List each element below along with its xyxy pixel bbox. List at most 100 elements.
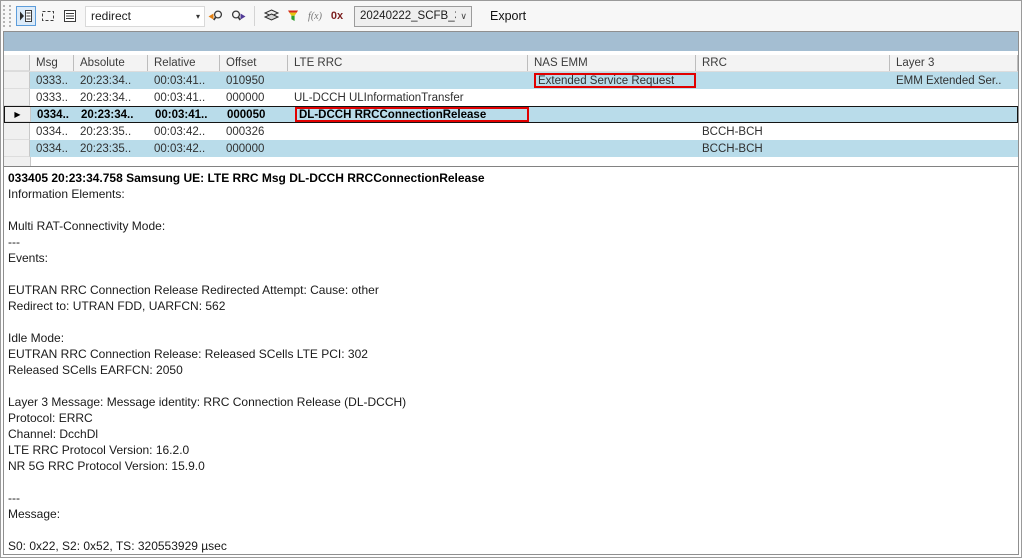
export-button[interactable]: Export	[484, 7, 532, 25]
cell-lte-rrc	[288, 123, 528, 140]
column-header-nas-emm[interactable]: NAS EMM	[528, 55, 696, 71]
column-header-offset[interactable]: Offset	[220, 55, 288, 71]
chevron-down-icon[interactable]: ∨	[456, 11, 471, 22]
cell-offset: 000050	[221, 107, 289, 122]
row-gutter	[4, 123, 30, 140]
column-header-absolute[interactable]: Absolute	[74, 55, 148, 71]
list-icon	[62, 8, 78, 24]
hex-display-button[interactable]: 0x	[327, 6, 347, 26]
row-gutter-selected-marker: ▶	[5, 107, 31, 122]
search-filter-value: redirect	[91, 9, 192, 23]
chevron-down-icon[interactable]: ▾	[192, 12, 204, 21]
red-callout-box: Extended Service Request	[534, 73, 696, 88]
toolbar-grip[interactable]	[3, 5, 11, 27]
log-row-1[interactable]: 0333.. 20:23:34.. 00:03:41.. 010950 Exte…	[4, 72, 1018, 89]
cell-msg: 0334..	[30, 140, 74, 157]
detail-line	[8, 522, 1014, 538]
grid-footer	[4, 157, 1018, 166]
group-band	[4, 32, 1018, 51]
column-header-msg[interactable]: Msg	[30, 55, 74, 71]
cell-nas-emm: Extended Service Request	[528, 72, 696, 89]
grid-header-row: Msg Absolute Relative Offset LTE RRC NAS…	[4, 55, 1018, 72]
log-file-selector[interactable]: 20240222_SCFB_3G_S ∨	[354, 6, 472, 27]
cell-layer3	[890, 89, 1018, 106]
filter-funnel-button[interactable]	[283, 6, 303, 26]
cell-layer3	[891, 107, 1017, 122]
detail-line: ---	[8, 490, 1014, 506]
frame-view-button[interactable]	[38, 6, 58, 26]
column-header-layer3[interactable]: Layer 3	[890, 55, 1018, 71]
cell-relative: 00:03:42..	[148, 140, 220, 157]
cell-relative: 00:03:41..	[149, 107, 221, 122]
find-previous-button[interactable]	[228, 6, 248, 26]
column-header-rrc[interactable]: RRC	[696, 55, 890, 71]
cell-absolute: 20:23:35..	[74, 123, 148, 140]
log-row-3-selected[interactable]: ▶ 0334.. 20:23:34.. 00:03:41.. 000050 DL…	[4, 106, 1018, 123]
detail-line	[8, 266, 1014, 282]
main-toolbar: redirect ▾	[1, 1, 1021, 31]
cell-msg: 0334..	[31, 107, 75, 122]
cell-offset: 000326	[220, 123, 288, 140]
red-callout-box: DL-DCCH RRCConnectionRelease	[295, 107, 529, 122]
cell-lte-rrc: DL-DCCH RRCConnectionRelease	[289, 107, 529, 122]
log-row-2[interactable]: 0333.. 20:23:34.. 00:03:41.. 000000 UL-D…	[4, 89, 1018, 106]
function-display-button[interactable]: f(x)	[305, 6, 325, 26]
detail-line	[8, 314, 1014, 330]
detail-line: Events:	[8, 250, 1014, 266]
search-filter-combobox[interactable]: redirect ▾	[85, 6, 205, 27]
gutter-footer	[4, 157, 31, 166]
detail-line: Channel: DcchDl	[8, 426, 1014, 442]
detail-line: Protocol: ERRC	[8, 410, 1014, 426]
log-row-5[interactable]: 0334.. 20:23:35.. 00:03:42.. 000000 BCCH…	[4, 140, 1018, 157]
cell-rrc	[697, 107, 891, 122]
cell-msg: 0333..	[30, 89, 74, 106]
cell-offset: 000000	[220, 89, 288, 106]
column-header-lte-rrc[interactable]: LTE RRC	[288, 55, 528, 71]
cell-lte-rrc	[288, 72, 528, 89]
layers-icon	[263, 8, 280, 24]
detail-line: EUTRAN RRC Connection Release Redirected…	[8, 282, 1014, 298]
cell-msg: 0333..	[30, 72, 74, 89]
row-gutter	[4, 89, 30, 106]
detail-line: ---	[8, 234, 1014, 250]
cell-msg: 0334..	[30, 123, 74, 140]
search-forward-icon	[207, 8, 225, 24]
cell-rrc: BCCH-BCH	[696, 140, 890, 157]
toggle-detail-pane-button[interactable]	[16, 6, 36, 26]
detail-line: Message:	[8, 506, 1014, 522]
detail-pane[interactable]: 033405 20:23:34.758 Samsung UE: LTE RRC …	[4, 167, 1018, 554]
column-header-relative[interactable]: Relative	[148, 55, 220, 71]
cell-nas-emm	[528, 140, 696, 157]
log-analyzer-window: redirect ▾	[0, 0, 1022, 558]
cell-relative: 00:03:41..	[148, 89, 220, 106]
cell-absolute: 20:23:35..	[74, 140, 148, 157]
detail-line	[8, 378, 1014, 394]
content-panel: Msg Absolute Relative Offset LTE RRC NAS…	[3, 31, 1019, 555]
layers-button[interactable]	[261, 6, 281, 26]
cell-layer3	[890, 123, 1018, 140]
cell-absolute: 20:23:34..	[74, 89, 148, 106]
cell-relative: 00:03:41..	[148, 72, 220, 89]
cell-offset: 000000	[220, 140, 288, 157]
cell-absolute: 20:23:34..	[75, 107, 149, 122]
funnel-icon	[286, 8, 300, 24]
cell-lte-rrc: UL-DCCH ULInformationTransfer	[288, 89, 528, 106]
detail-line: Released SCells EARFCN: 2050	[8, 362, 1014, 378]
cell-nas-emm	[529, 107, 697, 122]
detail-body: Information Elements:Multi RAT-Connectiv…	[8, 186, 1014, 554]
detail-line: Information Elements:	[8, 186, 1014, 202]
cell-nas-emm	[528, 123, 696, 140]
cell-nas-emm	[528, 89, 696, 106]
detail-line: S0: 0x22, S2: 0x52, TS: 320553929 µsec	[8, 538, 1014, 554]
row-gutter	[4, 140, 30, 157]
list-view-button[interactable]	[60, 6, 80, 26]
toolbar-separator	[254, 6, 255, 26]
log-row-4[interactable]: 0334.. 20:23:35.. 00:03:42.. 000326 BCCH…	[4, 123, 1018, 140]
cell-relative: 00:03:42..	[148, 123, 220, 140]
row-gutter	[4, 72, 30, 89]
find-next-button[interactable]	[206, 6, 226, 26]
detail-line: Redirect to: UTRAN FDD, UARFCN: 562	[8, 298, 1014, 314]
cell-rrc	[696, 89, 890, 106]
cell-lte-rrc	[288, 140, 528, 157]
gutter-header	[4, 55, 30, 71]
